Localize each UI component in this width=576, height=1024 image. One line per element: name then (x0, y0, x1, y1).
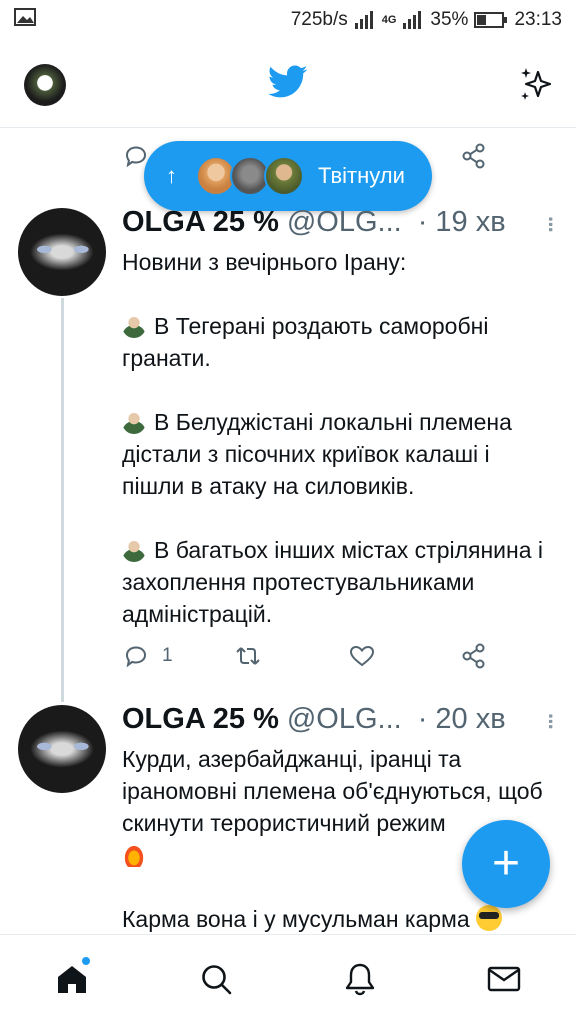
tweet-line: Новини з вечірнього Ірану: (122, 249, 407, 275)
pill-avatars (196, 156, 304, 196)
share-button[interactable] (460, 642, 488, 670)
tweet-paragraph: В Тегерані роздають саморобні гранати. (122, 310, 552, 374)
author-handle[interactable]: @OLG... (287, 206, 402, 239)
arrow-up-icon: ↑ (166, 163, 177, 188)
network-speed: 725b/s (290, 9, 348, 30)
sunglasses-emoji-icon (476, 905, 503, 931)
notification-dot (82, 957, 90, 965)
signal-icon (403, 11, 422, 29)
man-emoji-icon (122, 410, 146, 434)
top-app-bar (0, 40, 576, 128)
tweet-line: Карма вона і у мусульман карма (122, 906, 470, 932)
tweet-time: 19 хв (435, 205, 506, 238)
fire-emoji-icon (122, 841, 146, 867)
battery-percent: 35% (430, 9, 469, 30)
avatar (264, 156, 304, 196)
tweet-paragraph: Карма вона і у мусульман карма (122, 903, 552, 935)
separator-dot: · (417, 703, 428, 735)
new-tweets-pill[interactable]: ↑ Твітнули (144, 141, 432, 211)
tweet-time: 20 хв (435, 703, 506, 735)
tweet-header: OLGA 25 % @OLG... · 19 хв (122, 206, 562, 238)
reply-count: 1 (162, 645, 173, 666)
pill-label: Твітнули (318, 163, 405, 188)
clock: 23:13 (514, 9, 562, 30)
mail-icon[interactable] (486, 961, 522, 997)
reply-button[interactable]: 1 (122, 642, 173, 670)
image-icon (14, 8, 36, 26)
separator-dot: · (417, 205, 428, 238)
tweet-paragraph: В багатьох інших містах стрілянина і зах… (122, 534, 552, 630)
author-name[interactable]: OLGA 25 % (122, 206, 279, 239)
tweet-line: В багатьох інших містах стрілянина і зах… (122, 537, 544, 627)
more-options-icon[interactable]: ··· (538, 713, 563, 729)
share-icon (462, 643, 485, 669)
man-emoji-icon (122, 538, 146, 562)
tweet-actions: 1 (122, 638, 502, 674)
man-emoji-icon (122, 314, 146, 338)
tweet-line: В Белуджістані локальні племена дістали … (122, 409, 512, 499)
twitter-bird-icon (268, 65, 308, 98)
reply-icon (125, 646, 147, 668)
network-type: 4G (381, 14, 397, 26)
share-button[interactable] (460, 142, 488, 170)
tweet-line: Курди, азербайджанці, іранці та іраномов… (122, 746, 543, 836)
tweet-line: В Тегерані роздають саморобні гранати. (122, 313, 489, 371)
share-icon (462, 143, 485, 169)
compose-tweet-button[interactable]: + (462, 820, 550, 908)
retweet-button[interactable] (234, 642, 262, 670)
tweet[interactable]: OLGA 25 % @OLG... · 19 хв ··· Новини з в… (0, 206, 576, 702)
tweet-header: OLGA 25 % @OLG... · 20 хв (122, 703, 562, 735)
tweet-paragraph: В Белуджістані локальні племена дістали … (122, 406, 552, 502)
avatar[interactable] (18, 705, 106, 793)
plus-icon: + (491, 837, 521, 890)
more-options-icon[interactable]: ··· (538, 216, 563, 232)
author-name[interactable]: OLGA 25 % (122, 703, 279, 736)
avatar[interactable] (18, 208, 106, 296)
bell-icon[interactable] (342, 961, 378, 997)
profile-avatar[interactable] (24, 64, 66, 106)
like-button[interactable] (348, 642, 376, 670)
bottom-navigation (0, 934, 576, 1024)
thread-line (61, 298, 64, 702)
sparkle-icon[interactable] (516, 64, 556, 104)
status-bar: 725b/s 4G 35% 23:13 (0, 0, 576, 40)
home-icon[interactable] (54, 961, 90, 997)
author-handle[interactable]: @OLG... (287, 703, 402, 736)
like-icon (349, 645, 375, 667)
signal-icon (354, 11, 373, 29)
battery-icon (474, 12, 508, 28)
retweet-icon (236, 647, 260, 665)
tweet-text: Новини з вечірнього Ірану: В Тегерані ро… (122, 246, 552, 630)
search-icon[interactable] (198, 961, 234, 997)
